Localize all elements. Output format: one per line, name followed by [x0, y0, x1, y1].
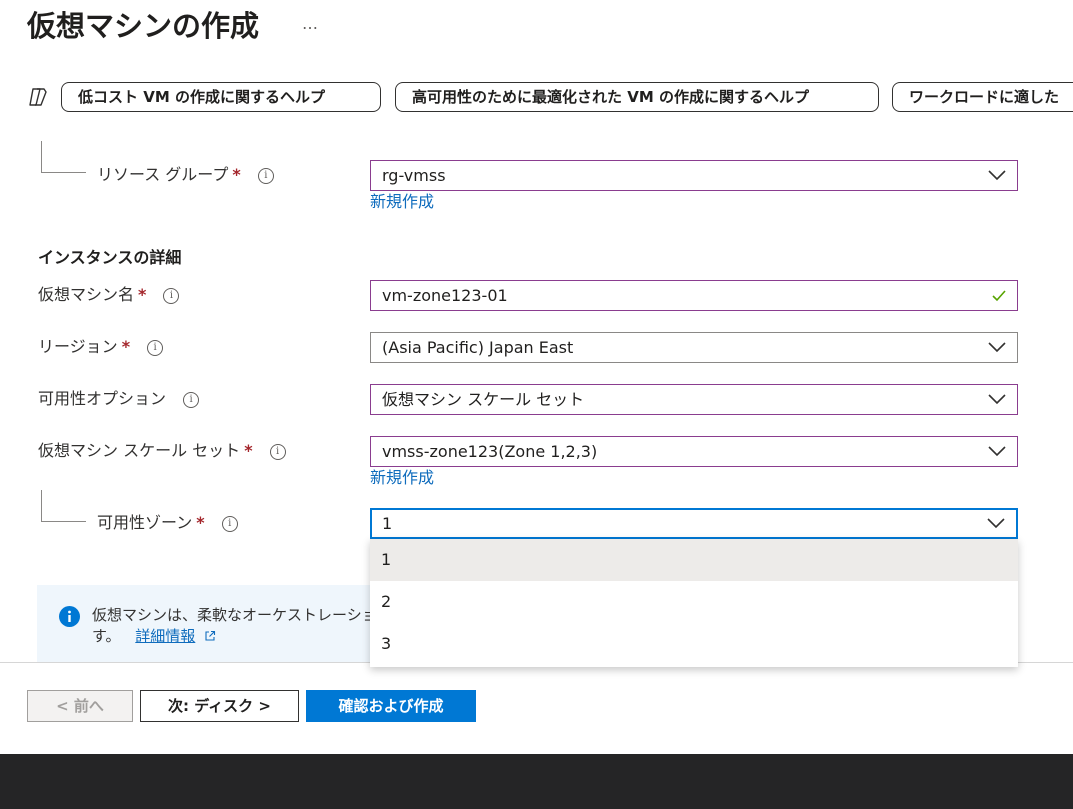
bottom-bar	[0, 754, 1073, 809]
prompt-chip-workload[interactable]: ワークロードに適した	[892, 82, 1073, 112]
scale-set-create-new-link[interactable]: 新規作成	[370, 468, 434, 488]
resource-group-label: リソース グループ * i	[97, 163, 274, 187]
region-label: リージョン * i	[38, 335, 164, 359]
zone-option[interactable]: 2	[370, 581, 1018, 623]
copilot-icon	[29, 88, 47, 106]
info-message-text: 仮想マシンは、柔軟なオーケストレーショ	[92, 606, 377, 624]
review-create-button[interactable]: 確認および作成	[306, 690, 476, 722]
availability-option-label: 可用性オプション i	[38, 387, 200, 411]
info-icon[interactable]: i	[183, 391, 200, 408]
learn-more-link[interactable]: 詳細情報	[135, 627, 195, 645]
page-title: 仮想マシンの作成	[27, 9, 260, 43]
availability-zone-label: 可用性ゾーン * i	[97, 511, 238, 535]
zone-option[interactable]: 3	[370, 623, 1018, 665]
tree-connector	[41, 141, 86, 173]
region-select[interactable]: (Asia Pacific) Japan East	[370, 332, 1018, 363]
resource-group-create-new-link[interactable]: 新規作成	[370, 192, 434, 212]
availability-zone-select[interactable]: 1	[370, 508, 1018, 539]
vm-name-input[interactable]: vm-zone123-01	[370, 280, 1018, 311]
required-marker: *	[196, 513, 205, 532]
tree-connector	[41, 490, 86, 522]
next-disks-button[interactable]: 次: ディスク >	[140, 690, 299, 722]
availability-option-select[interactable]: 仮想マシン スケール セット	[370, 384, 1018, 415]
availability-zone-dropdown: 1 2 3	[370, 539, 1018, 667]
instance-details-heading: インスタンスの詳細	[38, 248, 182, 267]
info-icon[interactable]: i	[269, 443, 286, 460]
more-options-icon[interactable]: …	[302, 14, 319, 33]
required-marker: *	[244, 441, 253, 460]
chevron-down-icon	[988, 394, 1006, 405]
required-marker: *	[232, 165, 241, 184]
required-marker: *	[138, 285, 147, 304]
chevron-down-icon	[987, 518, 1005, 529]
prompt-chip-low-cost[interactable]: 低コスト VM の作成に関するヘルプ	[61, 82, 381, 112]
checkmark-icon	[992, 290, 1006, 302]
scale-set-select[interactable]: vmss-zone123(Zone 1,2,3)	[370, 436, 1018, 467]
chevron-down-icon	[988, 170, 1006, 181]
external-link-icon	[205, 630, 216, 641]
chevron-down-icon	[988, 342, 1006, 353]
info-icon[interactable]: i	[221, 515, 238, 532]
info-message-text-line2: す。 詳細情報	[92, 626, 216, 646]
required-marker: *	[121, 337, 131, 356]
info-filled-icon	[59, 606, 80, 627]
scale-set-label: 仮想マシン スケール セット * i	[38, 439, 286, 463]
info-icon[interactable]: i	[147, 339, 164, 356]
prompt-chip-high-availability[interactable]: 高可用性のために最適化された VM の作成に関するヘルプ	[395, 82, 879, 112]
resource-group-select[interactable]: rg-vmss	[370, 160, 1018, 191]
info-icon[interactable]: i	[163, 287, 180, 304]
chevron-down-icon	[988, 446, 1006, 457]
info-icon[interactable]: i	[257, 167, 274, 184]
zone-option[interactable]: 1	[370, 539, 1018, 581]
vm-name-label: 仮想マシン名 * i	[38, 283, 180, 307]
previous-button[interactable]: < 前へ	[27, 690, 133, 722]
